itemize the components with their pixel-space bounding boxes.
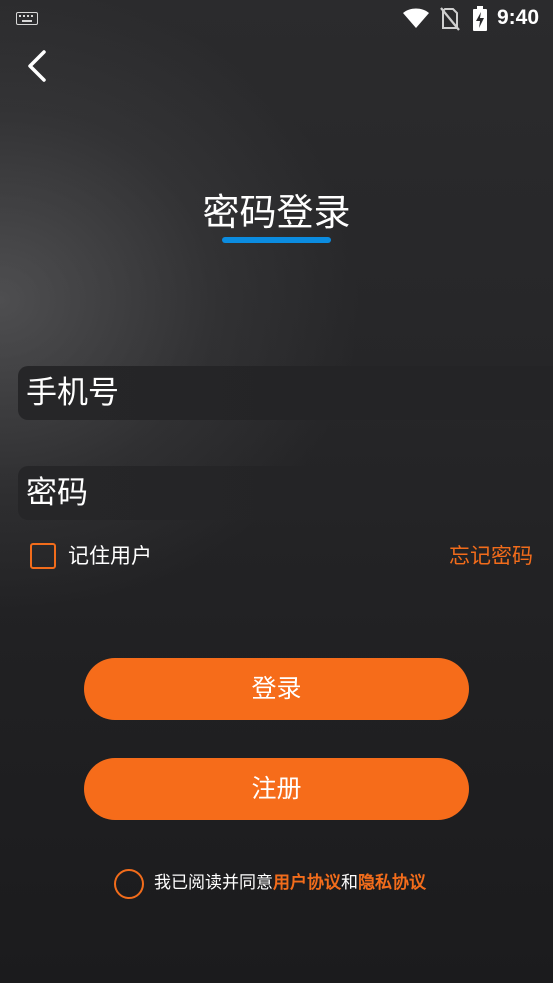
battery-charging-icon [473,6,487,31]
status-bar: 9:40 [0,0,553,38]
status-time: 9:40 [497,6,540,29]
no-sim-icon [440,7,460,31]
agreement-prefix: 我已阅读并同意 [154,873,273,893]
page-title: 密码登录 [202,191,351,234]
keyboard-icon [16,12,38,25]
phone-input[interactable] [18,366,553,420]
password-field [18,466,553,520]
password-input[interactable] [18,466,553,520]
privacy-policy-link[interactable]: 隐私协议 [358,873,426,893]
chevron-left-icon [28,50,46,82]
title-underline [222,237,331,243]
agreement-conjunction: 和 [341,873,358,893]
agreement-radio[interactable] [114,869,144,899]
forgot-password-link[interactable]: 忘记密码 [449,542,533,570]
remember-user-checkbox[interactable] [30,543,56,569]
phone-field [18,366,553,420]
login-button[interactable]: 登录 [84,658,469,720]
remember-user-label: 记住用户 [68,544,152,568]
agreement-text: 我已阅读并同意用户协议和隐私协议 [154,871,426,895]
back-button[interactable] [18,44,58,88]
wifi-icon [403,8,429,28]
register-button[interactable]: 注册 [84,758,469,820]
user-agreement-link[interactable]: 用户协议 [273,873,341,893]
